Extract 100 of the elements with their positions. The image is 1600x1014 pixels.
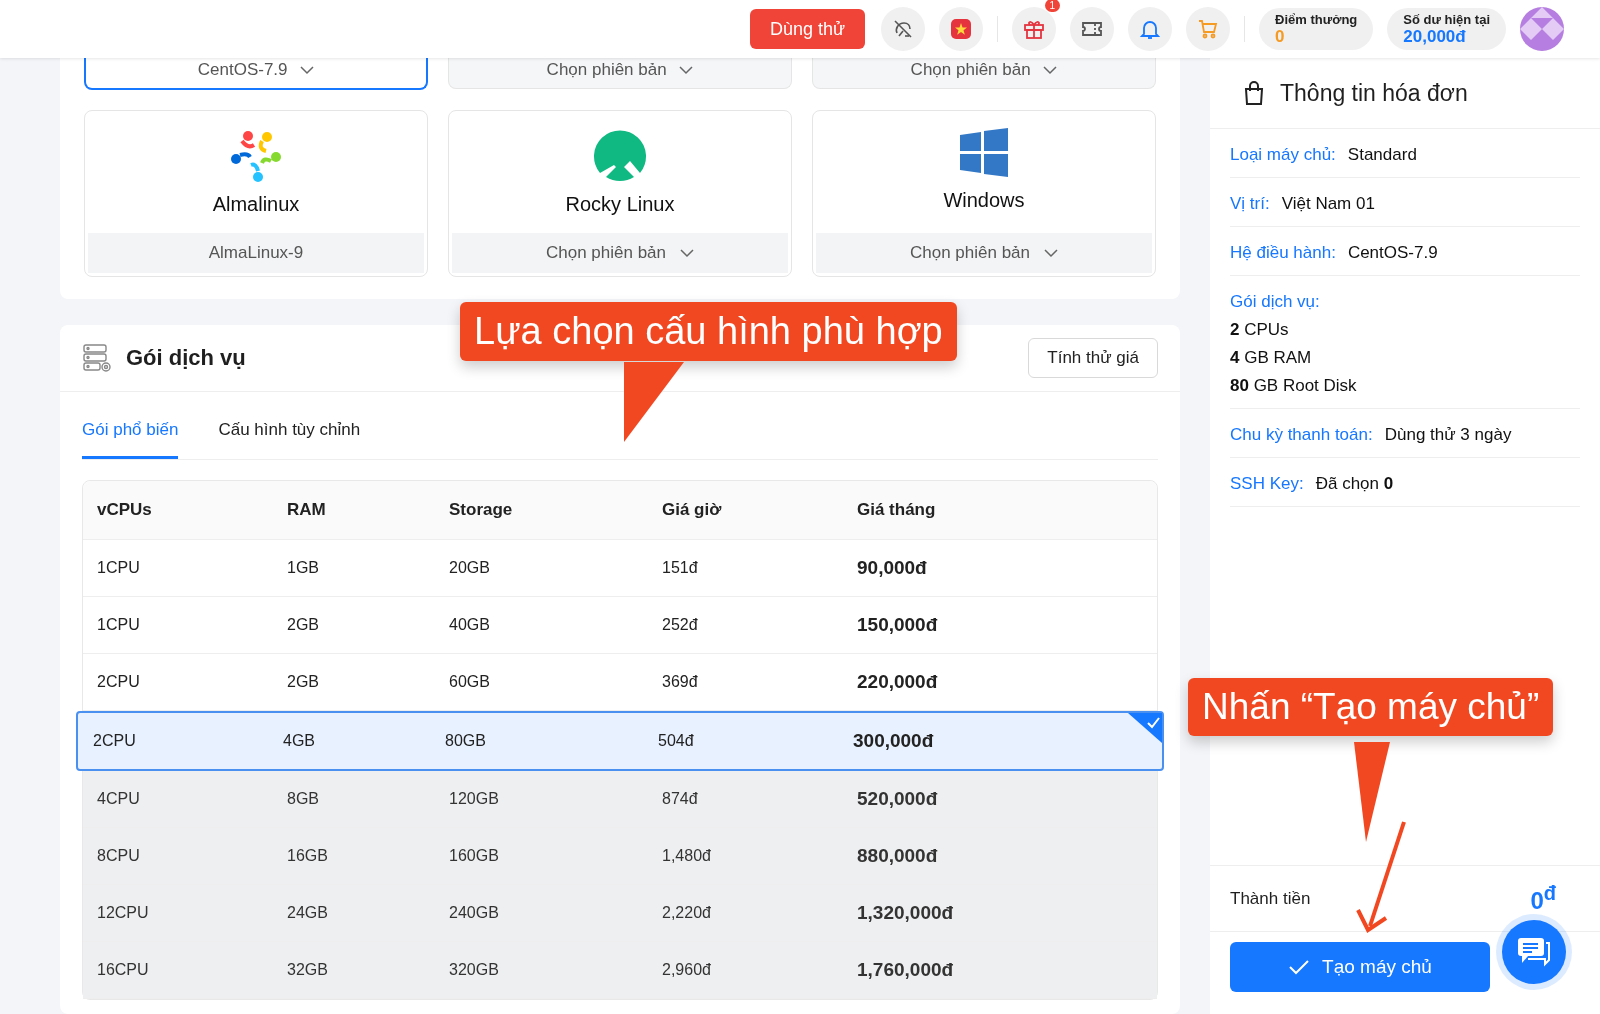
total-label: Thành tiền xyxy=(1230,888,1311,909)
os-card[interactable]: Windows Chọn phiên bản xyxy=(812,110,1156,277)
os-card[interactable]: Almalinux AlmaLinux-9 xyxy=(84,110,428,277)
table-cell-text: 874đ xyxy=(662,790,699,808)
balance-value: 20,000đ xyxy=(1403,26,1466,47)
table-cell-text: 16GB xyxy=(287,847,329,865)
tab[interactable]: Cấu hình tùy chỉnh xyxy=(218,404,361,459)
create-server-button[interactable]: Tạo máy chủ xyxy=(1230,942,1490,992)
table-cell-text: 32GB xyxy=(287,961,329,979)
table-cell-text: 252đ xyxy=(662,616,699,634)
table-cell: 880,000đ xyxy=(857,845,938,867)
table-cell: 1,320,000đ xyxy=(857,902,954,924)
shopping-bag-icon xyxy=(1242,80,1266,106)
cart-button[interactable] xyxy=(1186,7,1231,51)
server-settings-icon xyxy=(82,342,114,374)
points-badge[interactable]: Điểm thưởng 0 xyxy=(1259,8,1374,50)
field-value: Đã chọn 0 xyxy=(1315,474,1394,494)
version-dropdown[interactable]: Chọn phiên bản xyxy=(452,233,788,273)
avatar[interactable] xyxy=(1520,7,1564,51)
check-icon xyxy=(1288,958,1311,976)
table-cell-text: 120GB xyxy=(449,790,500,808)
plan-row[interactable]: 1CPU 1GB 20GB 151đ 90,000đ xyxy=(83,540,1157,597)
notification-badge: 1 xyxy=(1044,0,1061,12)
table-cell-text: 151đ xyxy=(662,559,699,577)
plan-row[interactable]: 1CPU 2GB 40GB 252đ 150,000đ xyxy=(83,597,1157,654)
column-header: Giá tháng xyxy=(857,500,936,520)
voucher-button[interactable] xyxy=(1070,7,1115,51)
field-value: 2 CPUs xyxy=(1230,320,1290,340)
field-label: SSH Key: xyxy=(1230,474,1304,494)
points-label: Điểm thưởng xyxy=(1275,11,1358,27)
os-card[interactable]: CentOS-7.9 xyxy=(84,58,428,90)
points-value: 0 xyxy=(1275,26,1286,47)
table-cell-text: 8GB xyxy=(287,790,320,808)
table-cell-text: 320GB xyxy=(449,961,500,979)
table-cell-text: 1CPU xyxy=(97,616,141,634)
table-cell-text: 2CPU xyxy=(97,673,141,691)
language-button[interactable] xyxy=(939,7,984,51)
field-label: Gói dịch vụ: xyxy=(1230,292,1321,312)
chevron-down-icon xyxy=(1043,66,1058,75)
version-dropdown[interactable]: Chọn phiên bản xyxy=(546,60,694,88)
field-value: 80 GB Root Disk xyxy=(1230,376,1358,396)
version-dropdown[interactable]: AlmaLinux-9 xyxy=(88,233,424,273)
version-dropdown[interactable]: CentOS-7.9 xyxy=(197,60,315,88)
check-corner-icon xyxy=(1128,713,1162,743)
field-value: Việt Nam 01 xyxy=(1281,194,1375,214)
column-header: Giá giờ xyxy=(662,500,723,520)
flag-icon xyxy=(950,18,973,40)
table-cell-text: 2CPU xyxy=(93,732,137,750)
version-dropdown[interactable]: Chọn phiên bản xyxy=(816,233,1152,273)
os-name: Rocky Linux xyxy=(565,193,675,216)
os-card[interactable]: Chọn phiên bản xyxy=(812,58,1156,89)
chevron-down-icon xyxy=(1044,248,1058,258)
gift-button[interactable] xyxy=(1012,7,1057,51)
balance-badge[interactable]: Số dư hiện tại 20,000đ xyxy=(1387,8,1506,50)
column-header: RAM xyxy=(287,500,327,520)
chat-icon xyxy=(1516,936,1552,968)
panel-title: Thông tin hóa đơn xyxy=(1280,79,1468,107)
mountain-logo-icon xyxy=(592,127,648,183)
table-cell-text: 2,220đ xyxy=(662,904,712,922)
chevron-down-icon xyxy=(300,66,315,75)
os-name: Windows xyxy=(943,189,1025,212)
field-label: Vị trí: xyxy=(1230,194,1270,214)
plan-row[interactable]: 2CPU 4GB 80GB 504đ 300,000đ xyxy=(76,711,1164,771)
estimate-price-button[interactable]: Tính thử giá xyxy=(1028,338,1158,378)
total-value: 0$^{đ}$ xyxy=(1530,882,1556,915)
table-cell: 90,000đ xyxy=(857,557,927,579)
table-cell-text: 24GB xyxy=(287,904,329,922)
table-cell-text: 16CPU xyxy=(97,961,150,979)
windows-logo-icon xyxy=(958,127,1010,179)
section-title: Gói dịch vụ xyxy=(126,345,246,371)
table-cell-text: 240GB xyxy=(449,904,500,922)
table-cell: 150,000đ xyxy=(857,614,938,636)
table-cell-text: 2GB xyxy=(287,616,320,634)
column-header: vCPUs xyxy=(97,500,153,520)
table-cell-text: 8CPU xyxy=(97,847,141,865)
table-cell: 1,760,000đ xyxy=(857,959,954,981)
column-header: Storage xyxy=(449,500,514,520)
trial-button[interactable]: Dùng thử xyxy=(750,9,866,49)
balance-label: Số dư hiện tại xyxy=(1403,11,1490,27)
table-cell-text: 80GB xyxy=(445,732,487,750)
table-cell-text: 60GB xyxy=(449,673,491,691)
tab[interactable]: Gói phổ biến xyxy=(82,404,179,459)
version-dropdown[interactable]: Chọn phiên bản xyxy=(910,60,1058,88)
field-value: CentOS-7.9 xyxy=(1347,243,1438,263)
notifications-button[interactable] xyxy=(1128,7,1173,51)
table-cell-text: 4CPU xyxy=(97,790,141,808)
table-cell-text: 1CPU xyxy=(97,559,141,577)
chevron-down-icon xyxy=(680,248,694,258)
table-cell-text: 4GB xyxy=(283,732,316,750)
os-name: Almalinux xyxy=(212,193,300,216)
theme-button[interactable] xyxy=(881,7,926,51)
os-card[interactable]: Chọn phiên bản xyxy=(448,58,792,89)
table-cell: 520,000đ xyxy=(857,788,938,810)
field-label: Hệ điều hành: xyxy=(1230,243,1336,263)
os-card[interactable]: Rocky Linux Chọn phiên bản xyxy=(448,110,792,277)
field-label: Chu kỳ thanh toán: xyxy=(1230,425,1373,445)
field-label: Loại máy chủ: xyxy=(1230,145,1336,165)
table-cell-text: 1GB xyxy=(287,559,320,577)
table-cell-text: 2GB xyxy=(287,673,320,691)
table-cell-text: 160GB xyxy=(449,847,500,865)
